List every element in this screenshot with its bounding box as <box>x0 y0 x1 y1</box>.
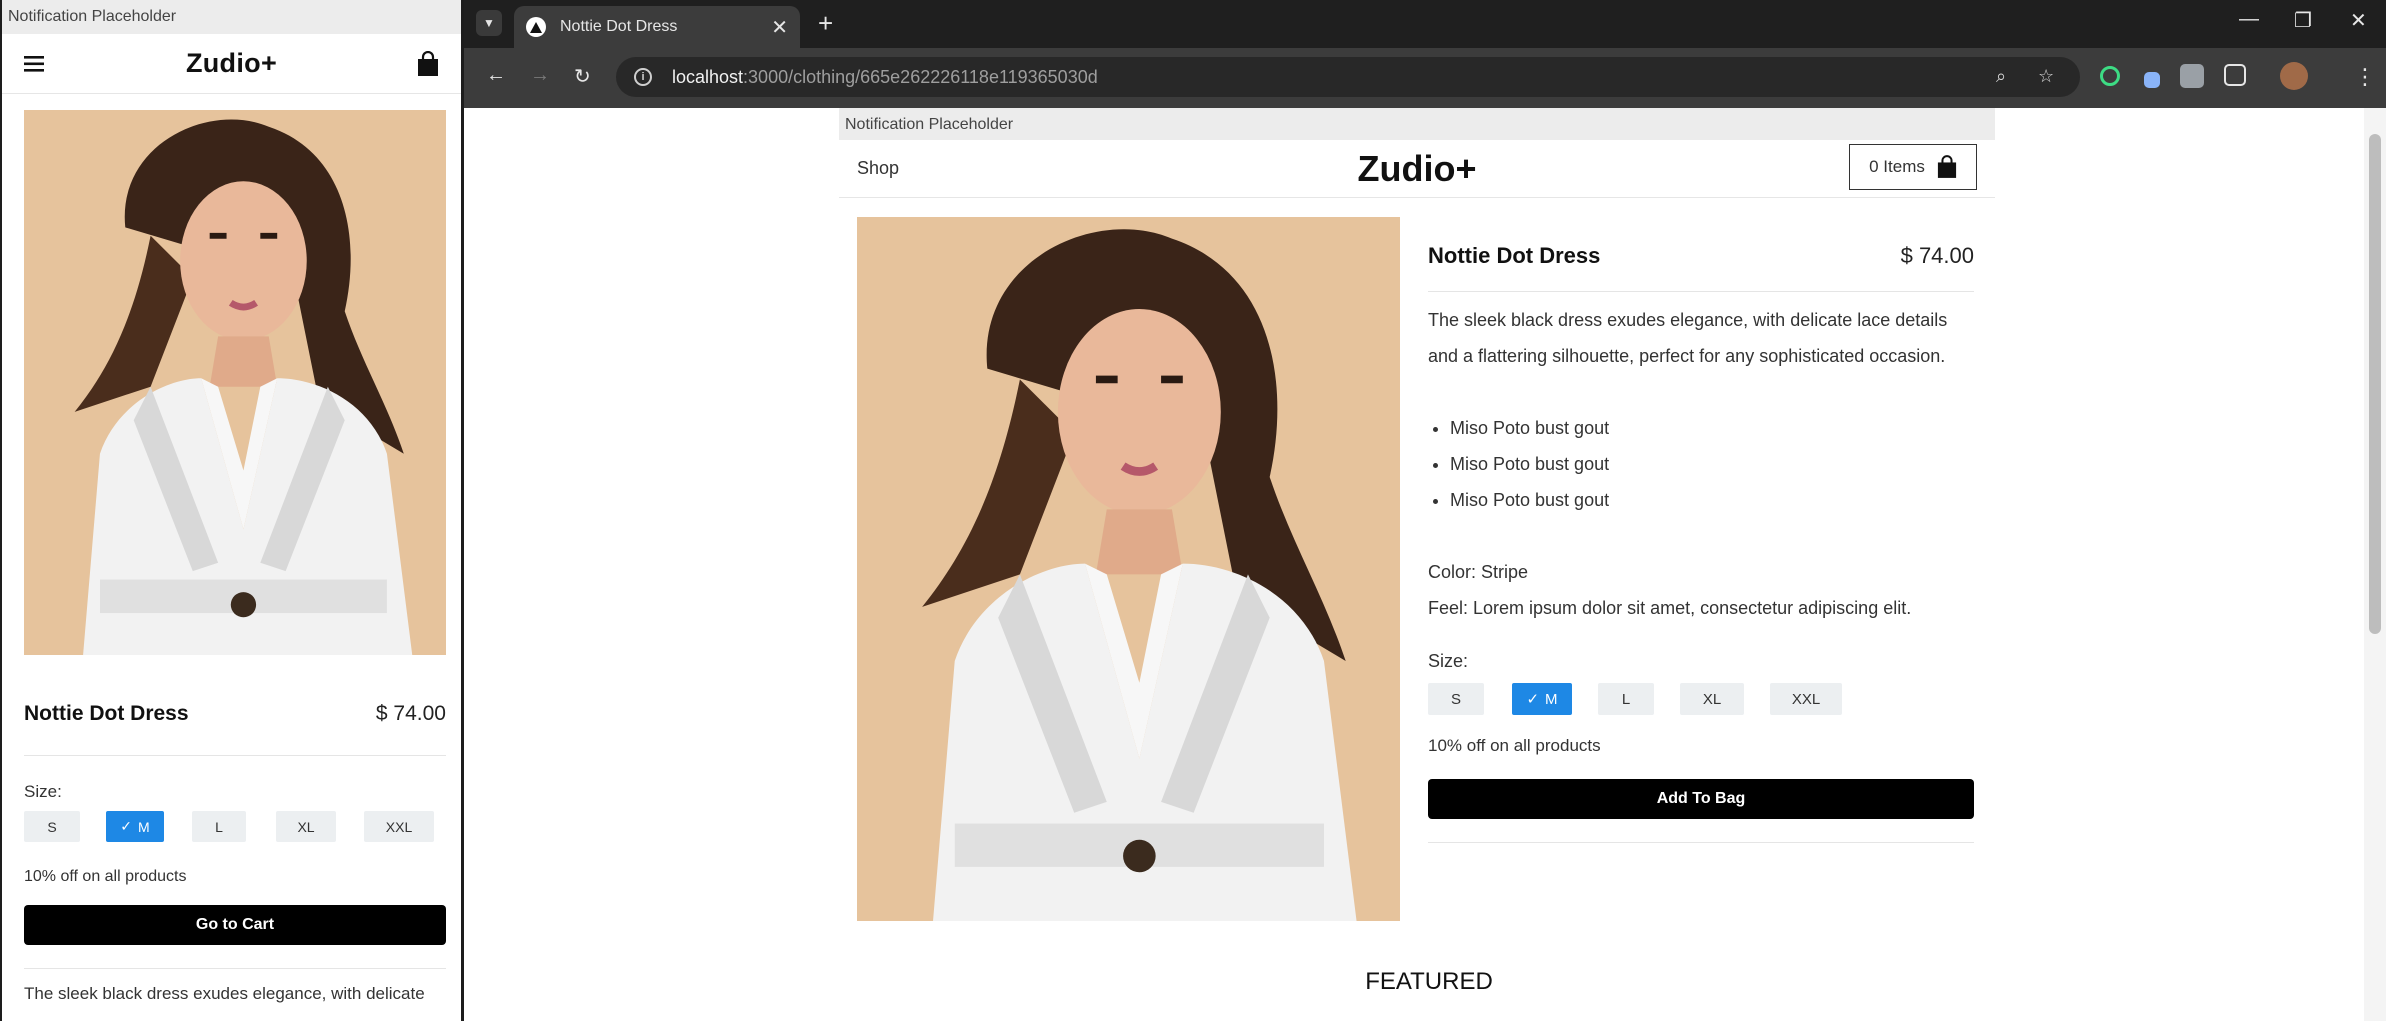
url-path: :3000/clothing/665e262226118e119365030d <box>743 66 1098 87</box>
new-tab-icon[interactable]: + <box>818 8 833 39</box>
size-option-l[interactable]: L <box>1598 683 1654 715</box>
site-logo[interactable]: Zudio+ <box>186 48 277 79</box>
close-window-icon[interactable]: ✕ <box>2350 8 2367 33</box>
size-option-xl[interactable]: XL <box>276 811 336 842</box>
feature-item: Miso Poto bust gout <box>1450 410 1609 446</box>
size-label: Size: <box>1428 651 1469 671</box>
extensions-puzzle-icon[interactable] <box>2224 64 2246 86</box>
size-option-s[interactable]: S <box>1428 683 1484 715</box>
divider <box>24 755 446 756</box>
address-bar[interactable]: i localhost:3000/clothing/665e262226118e… <box>616 57 2080 97</box>
product-price: $ 74.00 <box>1900 243 1974 268</box>
more-menu-icon[interactable]: ⋮ <box>2354 64 2376 90</box>
size-option-l[interactable]: L <box>192 811 246 842</box>
product-description: The sleek black dress exudes elegance, w… <box>1428 310 1948 366</box>
browser-toolbar: ← → ↻ i localhost:3000/clothing/665e2622… <box>464 48 2386 108</box>
profile-avatar[interactable] <box>2280 62 2308 90</box>
tab-search-dropdown-icon[interactable]: ▼ <box>476 10 502 36</box>
browser-window: ▼ Nottie Dot Dress ✕ + — ❐ ✕ ← → ↻ i loc… <box>464 0 2386 1021</box>
forward-icon[interactable]: → <box>530 64 550 87</box>
add-to-bag-button[interactable]: Add To Bag <box>1428 779 1974 819</box>
divider <box>1428 842 1974 843</box>
featured-heading: FEATURED <box>464 968 2364 996</box>
shopping-bag-icon[interactable] <box>417 50 439 77</box>
reload-icon[interactable]: ↻ <box>574 64 591 89</box>
tab-title: Nottie Dot Dress <box>560 18 678 35</box>
mobile-header: Zudio+ <box>2 34 461 94</box>
extension-icon[interactable] <box>2100 66 2120 86</box>
size-option-xxl[interactable]: XXL <box>1770 683 1842 715</box>
check-icon: ✓ <box>120 818 133 834</box>
close-tab-icon[interactable]: ✕ <box>771 15 788 40</box>
divider <box>24 968 446 969</box>
size-option-m-label: M <box>138 818 150 835</box>
web-page: Notification Placeholder Shop Zudio+ 0 I… <box>464 108 2386 1021</box>
cart-count: 0 Items <box>1869 157 1925 176</box>
bookmark-star-icon[interactable]: ☆ <box>2038 66 2054 87</box>
site-header: Shop Zudio+ 0 Items <box>839 140 1995 198</box>
back-icon[interactable]: ← <box>486 64 506 87</box>
feature-list: Miso Poto bust gout Miso Poto bust gout … <box>1450 410 1609 518</box>
product-title: Nottie Dot Dress <box>24 702 189 725</box>
cart-button[interactable]: 0 Items <box>1849 144 1977 190</box>
featured-heading-text: FEATURED <box>1365 968 1493 995</box>
feature-item: Miso Poto bust gout <box>1450 446 1609 482</box>
product-title: Nottie Dot Dress <box>1428 243 1601 268</box>
size-option-xl[interactable]: XL <box>1680 683 1744 715</box>
notification-bar: Notification Placeholder <box>2 0 461 34</box>
site-info-icon[interactable]: i <box>634 68 652 86</box>
extension-icon[interactable] <box>2180 64 2204 88</box>
hamburger-menu-icon[interactable] <box>24 55 46 73</box>
discount-text: 10% off on all products <box>24 868 187 885</box>
product-feel: Feel: Lorem ipsum dolor sit amet, consec… <box>1428 598 1912 618</box>
discount-text: 10% off on all products <box>1428 736 1601 755</box>
size-option-m[interactable]: ✓ M <box>106 811 164 842</box>
divider <box>1428 291 1974 292</box>
restore-icon[interactable]: ❐ <box>2294 8 2312 33</box>
mobile-preview: Notification Placeholder Zudio+ Nottie D… <box>0 0 464 1021</box>
size-option-s[interactable]: S <box>24 811 80 842</box>
site-logo[interactable]: Zudio+ <box>839 148 1995 190</box>
size-option-xxl[interactable]: XXL <box>364 811 434 842</box>
feature-item: Miso Poto bust gout <box>1450 482 1609 518</box>
scrollbar-thumb[interactable] <box>2369 134 2381 634</box>
size-selector: S ✓ M L XL XXL <box>24 811 434 842</box>
size-selector: S ✓ M L XL XXL <box>1428 683 1842 715</box>
product-color: Color: Stripe <box>1428 562 1529 582</box>
size-option-m-label: M <box>1545 690 1558 708</box>
active-tab[interactable]: Nottie Dot Dress ✕ <box>514 6 800 48</box>
product-price: $ 74.00 <box>375 702 446 725</box>
page-scrollbar[interactable] <box>2364 108 2386 1021</box>
product-image <box>857 217 1400 921</box>
product-description: The sleek black dress exudes elegance, w… <box>24 984 425 1003</box>
url-host: localhost <box>672 66 744 87</box>
minimize-icon[interactable]: — <box>2239 8 2259 31</box>
size-option-m[interactable]: ✓ M <box>1512 683 1572 715</box>
size-label: Size: <box>24 782 62 801</box>
shopping-bag-icon <box>1937 155 1956 178</box>
tab-strip: ▼ Nottie Dot Dress ✕ + — ❐ ✕ <box>464 0 2386 48</box>
check-icon: ✓ <box>1526 691 1540 708</box>
extension-icon[interactable] <box>2144 72 2160 88</box>
favicon-icon <box>526 17 546 37</box>
notification-bar: Notification Placeholder <box>839 108 1995 140</box>
product-image <box>24 110 446 655</box>
zoom-icon[interactable]: ⌕ <box>1996 66 2006 87</box>
go-to-cart-button[interactable]: Go to Cart <box>24 905 446 945</box>
